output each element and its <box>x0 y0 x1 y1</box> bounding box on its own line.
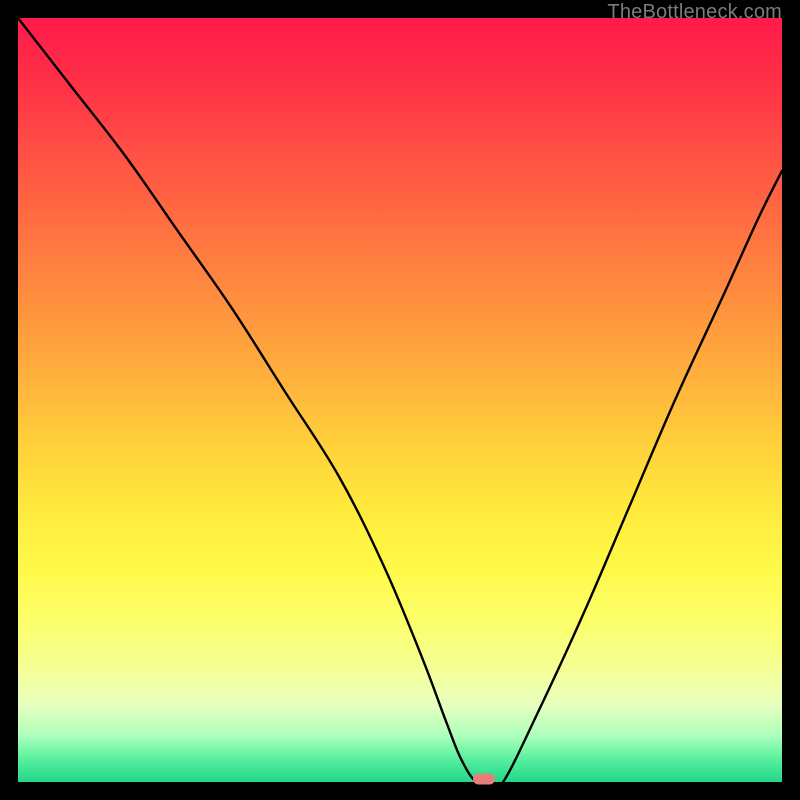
bottleneck-curve <box>18 18 782 782</box>
chart-frame: TheBottleneck.com <box>0 0 800 800</box>
watermark-label: TheBottleneck.com <box>607 1 782 24</box>
plot-area <box>18 18 782 782</box>
optimal-point-marker <box>473 774 495 785</box>
